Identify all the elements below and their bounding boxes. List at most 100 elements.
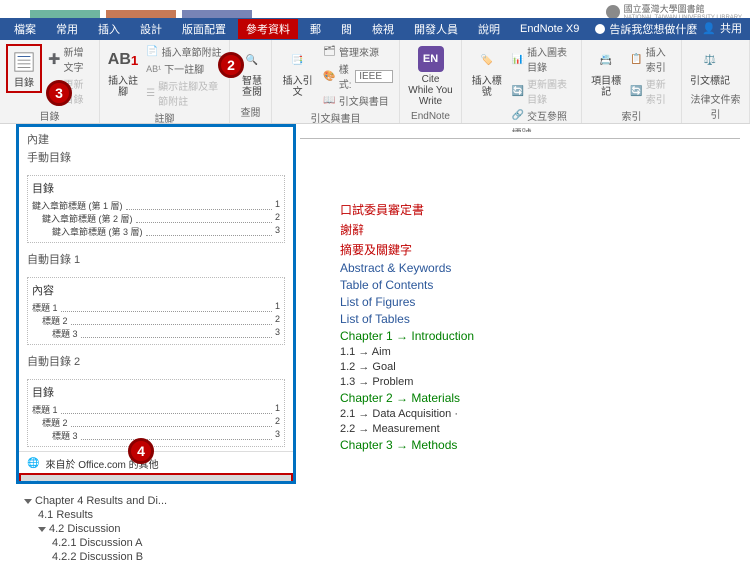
lightbulb-icon xyxy=(595,24,605,34)
group-index: 📇 項目標記 📋插入索引 🔄更新索引 索引 xyxy=(582,40,682,123)
insert-caption-label: 插入標號 xyxy=(470,76,504,98)
tab-review-partial[interactable]: 閱 xyxy=(333,19,360,39)
navigation-pane: Chapter 4 Results and Di... 4.1 Results … xyxy=(16,494,216,564)
nav-discussion[interactable]: 4.2 Discussion xyxy=(16,522,216,536)
citation-style[interactable]: 🎨樣式: IEEE xyxy=(323,61,393,91)
doc-line[interactable]: 口試委員審定書 xyxy=(340,201,720,218)
toc-preview-auto1[interactable]: 內容 標題 11 標題 22 標題 33 xyxy=(19,273,293,349)
citation-sub: 🗂管理來源 🎨樣式: IEEE 📖引文與書目 xyxy=(323,44,393,108)
toc-preview-heading-0: 目錄 xyxy=(32,180,280,196)
share-button[interactable]: 👤 共用 xyxy=(702,20,742,36)
update-index[interactable]: 🔄更新索引 xyxy=(630,76,675,106)
insert-figure-toc[interactable]: 📊插入圖表目錄 xyxy=(512,44,575,74)
group-caption: 🏷️ 插入標號 📊插入圖表目錄 🔄更新圖表目錄 🔗交互參照 標號 xyxy=(462,40,582,123)
show-notes-icon: ☰ xyxy=(146,88,155,99)
toc-manual-label: 手動目錄 xyxy=(27,149,285,165)
tab-references[interactable]: 參考資料 xyxy=(238,19,298,39)
tab-view[interactable]: 檢視 xyxy=(364,19,402,39)
ribbon-tabs: 檔案 常用 插入 設計 版面配置 參考資料 郵 閱 檢視 開發人員 說明 End… xyxy=(0,18,750,40)
doc-line[interactable]: Table of Contents xyxy=(340,278,720,292)
nav-results[interactable]: 4.1 Results xyxy=(16,508,216,522)
manage-sources[interactable]: 🗂管理來源 xyxy=(323,44,393,59)
plus-icon: ➕ xyxy=(48,54,60,65)
toc-auto1-label: 自動目錄 1 xyxy=(27,251,285,267)
tab-layout[interactable]: 版面配置 xyxy=(174,19,234,39)
group-lookup-label: 查閱 xyxy=(236,102,265,119)
toc-office-more[interactable]: 🌐來自於 Office.com 的其他 xyxy=(19,452,293,475)
toc-auto2-label: 自動目錄 2 xyxy=(27,353,285,369)
tab-mailings-partial[interactable]: 郵 xyxy=(302,19,329,39)
tell-me-label: 告訴我您想做什麼 xyxy=(609,21,697,37)
doc-line[interactable]: Chapter 2 → Materials xyxy=(340,391,720,405)
endnote-icon: 📄 xyxy=(146,46,158,57)
caption-icon: 🏷️ xyxy=(473,46,501,74)
toc-preview-manual[interactable]: 目錄 鍵入章節標題 (第 1 層)1 鍵入章節標題 (第 2 層)2 鍵入章節標… xyxy=(19,171,293,247)
tab-home[interactable]: 常用 xyxy=(48,19,86,39)
doc-line[interactable]: 1.1 → Aim xyxy=(340,346,720,358)
doc-line[interactable]: List of Tables xyxy=(340,312,720,326)
doc-line[interactable]: 謝辭 xyxy=(340,221,720,238)
toc-builtin-label: 內建 xyxy=(27,131,285,147)
chevron-down-icon xyxy=(38,527,46,532)
caption-sub: 📊插入圖表目錄 🔄更新圖表目錄 🔗交互參照 xyxy=(512,44,575,123)
org-name-zh: 國立臺灣大學圖書館 xyxy=(624,2,742,15)
insert-citation-label: 插入引文 xyxy=(280,76,315,98)
doc-line[interactable]: Abstract & Keywords xyxy=(340,261,720,275)
insert-citation-button[interactable]: 📑 插入引文 xyxy=(278,44,317,100)
show-notes[interactable]: ☰顯示註腳及章節附註 xyxy=(146,78,223,108)
insert-endnote[interactable]: 📄插入章節附註 xyxy=(146,44,223,59)
tab-endnote[interactable]: EndNote X9 xyxy=(512,21,587,37)
tab-insert[interactable]: 插入 xyxy=(90,19,128,39)
footnote-icon: AB1 xyxy=(109,46,137,74)
doc-line[interactable]: List of Figures xyxy=(340,295,720,309)
cwyw-button[interactable]: EN Cite While You Write xyxy=(406,44,455,109)
nav-discussion-a[interactable]: 4.2.1 Discussion A xyxy=(16,536,216,550)
doc-line[interactable]: 1.3 → Problem xyxy=(340,376,720,388)
insert-index-icon: 📋 xyxy=(630,54,642,65)
group-authorities-label: 法律文件索引 xyxy=(688,89,743,121)
insert-caption-button[interactable]: 🏷️ 插入標號 xyxy=(468,44,506,100)
annotation-badge-2: 2 xyxy=(218,52,244,78)
insert-footnote-label: 插入註腳 xyxy=(108,76,138,98)
toc-custom[interactable]: 📄自訂目錄(C)... xyxy=(19,473,293,484)
footnote-sub: 📄插入章節附註 AB¹下一註腳 ☰顯示註腳及章節附註 xyxy=(146,44,223,108)
doc-line[interactable]: Chapter 1 → Introduction xyxy=(340,329,720,343)
document-page[interactable]: 口試委員審定書謝辭摘要及關鍵字 Abstract & Keywords Table … xyxy=(300,148,740,452)
tab-help[interactable]: 說明 xyxy=(470,19,508,39)
insert-footnote-button[interactable]: AB1 插入註腳 xyxy=(106,44,140,100)
toc-button[interactable]: 目錄 xyxy=(6,44,42,93)
group-citation: 📑 插入引文 🗂管理來源 🎨樣式: IEEE 📖引文與書目 引文與書目 xyxy=(272,40,400,123)
annotation-badge-4: 4 xyxy=(128,438,154,464)
doc-line[interactable]: 2.2 → Measurement xyxy=(340,423,720,435)
update-figure-toc[interactable]: 🔄更新圖表目錄 xyxy=(512,76,575,106)
bibliography[interactable]: 📖引文與書目 xyxy=(323,93,393,108)
tab-design[interactable]: 設計 xyxy=(132,19,170,39)
doc-line[interactable]: 1.2 → Goal xyxy=(340,361,720,373)
insert-index[interactable]: 📋插入索引 xyxy=(630,44,675,74)
horizontal-ruler[interactable] xyxy=(300,132,740,146)
window-titlebar: 國立臺灣大學圖書館 NATIONAL TAIWAN UNIVERSITY LIB… xyxy=(0,0,750,18)
toc-add-text[interactable]: ➕新增文字 xyxy=(48,44,93,74)
doc-line[interactable]: 2.1 → Data Acquisition · xyxy=(340,408,720,420)
smart-lookup-label: 智慧查閱 xyxy=(238,76,266,98)
document-area[interactable]: 口試委員審定書謝辭摘要及關鍵字 Abstract & Keywords Table … xyxy=(300,148,740,562)
mark-entry-button[interactable]: 📇 項目標記 xyxy=(588,44,624,100)
nav-ch4[interactable]: Chapter 4 Results and Di... xyxy=(16,494,216,508)
custom-toc-icon: 📄 xyxy=(29,481,41,484)
tab-developer[interactable]: 開發人員 xyxy=(406,19,466,39)
group-index-label: 索引 xyxy=(588,106,675,123)
doc-line[interactable]: Chapter 3 → Methods xyxy=(340,438,720,452)
doc-line[interactable]: 摘要及關鍵字 xyxy=(340,241,720,258)
toc-preview-auto2[interactable]: 目錄 標題 11 標題 22 標題 33 xyxy=(19,375,293,451)
logo-swirl-icon xyxy=(606,5,620,19)
index-icon: 📇 xyxy=(592,46,620,74)
globe-icon: 🌐 xyxy=(27,458,39,469)
style-combo[interactable]: IEEE xyxy=(355,70,393,83)
mark-citation-button[interactable]: ⚖️ 引文標記 xyxy=(688,44,732,89)
group-citation-label: 引文與書目 xyxy=(278,108,393,125)
tab-file[interactable]: 檔案 xyxy=(6,19,44,39)
next-footnote[interactable]: AB¹下一註腳 xyxy=(146,61,223,76)
cross-reference[interactable]: 🔗交互參照 xyxy=(512,108,575,123)
tell-me-search[interactable]: 告訴我您想做什麼 xyxy=(595,21,697,37)
group-endnote-label: EndNote xyxy=(406,109,455,122)
